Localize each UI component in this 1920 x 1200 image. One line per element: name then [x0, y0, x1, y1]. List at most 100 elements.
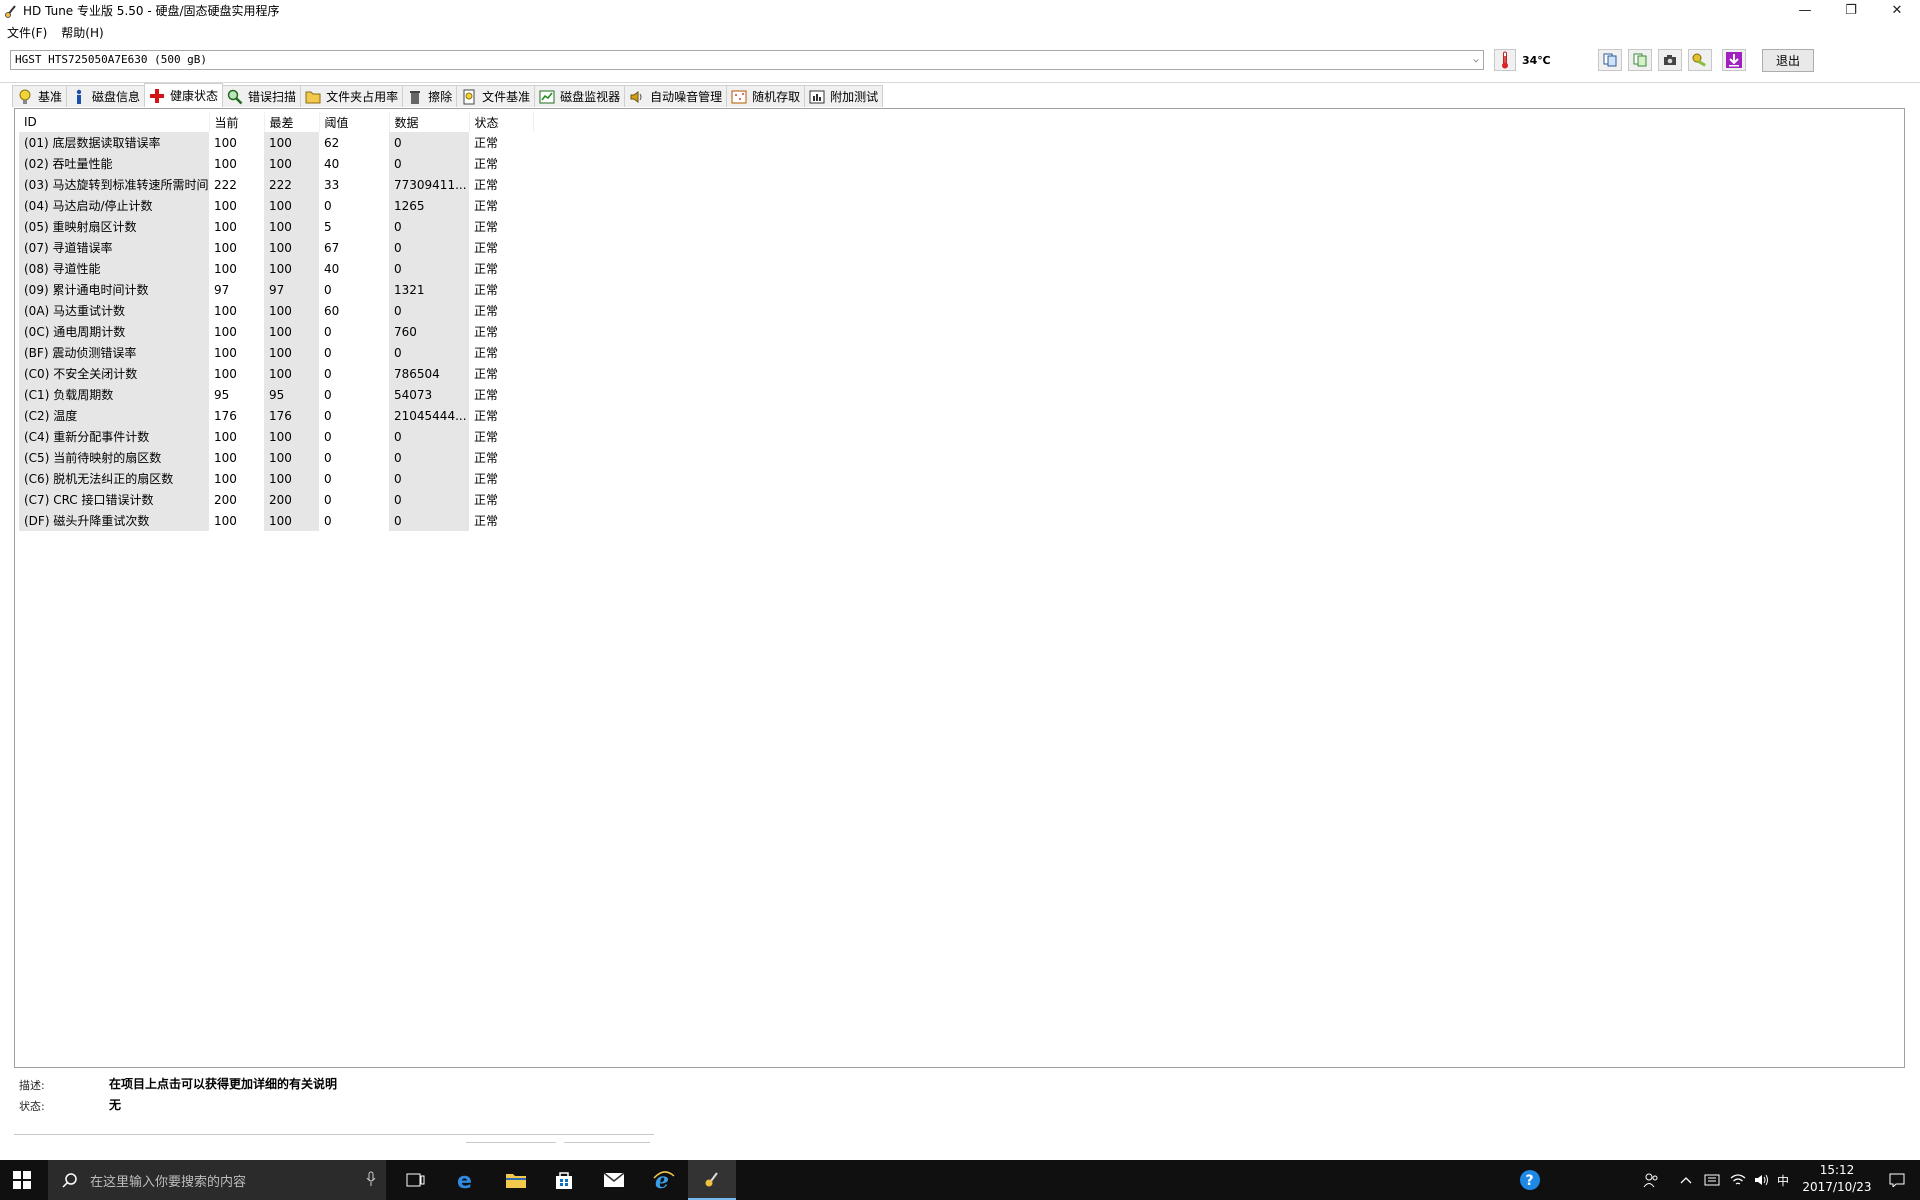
table-header-row: ID 当前 最差 阈值 数据 状态 [19, 112, 534, 132]
tab-disk-monitor[interactable]: 磁盘监视器 [534, 85, 626, 107]
tab-file-benchmark[interactable]: 文件基准 [456, 85, 536, 107]
cell-data: 0 [389, 426, 469, 447]
input-indicator-icon[interactable] [1700, 1160, 1724, 1200]
table-row[interactable]: (04) 马达启动/停止计数 100 100 0 1265 正常 [19, 195, 533, 216]
cell-worst: 176 [264, 405, 319, 426]
col-header-current[interactable]: 当前 [209, 112, 265, 132]
description-row: 描述: 在项目上点击可以获得更加详细的有关说明 [19, 1073, 619, 1093]
help-icon[interactable]: ? [1510, 1160, 1550, 1200]
col-header-worst[interactable]: 最差 [264, 112, 320, 132]
cell-worst: 100 [264, 153, 319, 174]
cell-current: 100 [214, 450, 237, 465]
minimize-button[interactable]: — [1782, 0, 1828, 21]
cell-data: 760 [389, 321, 469, 342]
copy-all-icon[interactable] [1628, 49, 1652, 71]
table-row[interactable]: (C6) 脱机无法纠正的扇区数 100 100 0 0 正常 [19, 468, 533, 489]
thermometer-icon[interactable] [1494, 49, 1516, 71]
cell-threshold: 0 [324, 513, 332, 528]
description-label: 描述: [19, 1079, 45, 1092]
tab-health[interactable]: 健康状态 [144, 83, 224, 107]
cell-threshold: 33 [324, 177, 340, 192]
exit-button[interactable]: 退出 [1762, 49, 1814, 72]
microphone-icon[interactable] [366, 1171, 376, 1190]
file-explorer-icon[interactable] [492, 1160, 540, 1200]
table-row[interactable]: (07) 寻道错误率 100 100 67 0 正常 [19, 237, 533, 258]
cell-current: 100 [214, 261, 237, 276]
store-icon[interactable] [540, 1160, 588, 1200]
menu-file[interactable]: 文件(F) [0, 24, 54, 41]
health-panel: ID 当前 最差 阈值 数据 状态 (01) 底层数据读取错误率 100 100 62… [14, 108, 1905, 1068]
task-view-icon[interactable] [392, 1160, 440, 1200]
table-row[interactable]: (BF) 震动侦测错误率 100 100 0 0 正常 [19, 342, 533, 363]
col-header-status[interactable]: 状态 [469, 112, 534, 132]
cell-current: 200 [214, 492, 237, 507]
cell-data: 0 [389, 510, 469, 531]
table-row[interactable]: (C2) 温度 176 176 0 21045444... 正常 [19, 405, 533, 426]
tab-benchmark[interactable]: 基准 [12, 85, 68, 107]
tab-random-access[interactable]: 随机存取 [726, 85, 806, 107]
cell-data: 0 [389, 132, 469, 153]
notification-center-icon[interactable] [1880, 1160, 1914, 1200]
taskbar-search-box[interactable]: 在这里输入你要搜索的内容 [48, 1160, 386, 1200]
cell-status: 正常 [474, 409, 499, 423]
close-button[interactable]: ✕ [1874, 0, 1920, 21]
table-row[interactable]: (02) 吞吐量性能 100 100 40 0 正常 [19, 153, 533, 174]
table-row[interactable]: (C0) 不安全关闭计数 100 100 0 786504 正常 [19, 363, 533, 384]
windows-start-icon[interactable] [0, 1160, 44, 1200]
cell-id: (C7) CRC 接口错误计数 [19, 489, 209, 510]
toolbar-divider [0, 82, 1920, 83]
download-icon[interactable] [1722, 49, 1746, 71]
drive-select[interactable]: HGST HTS725050A7E630 (500 gB) ⌵ [10, 50, 1484, 70]
table-row[interactable]: (0C) 通电周期计数 100 100 0 760 正常 [19, 321, 533, 342]
table-row[interactable]: (C4) 重新分配事件计数 100 100 0 0 正常 [19, 426, 533, 447]
table-row[interactable]: (0A) 马达重试计数 100 100 60 0 正常 [19, 300, 533, 321]
table-row[interactable]: (DF) 磁头升降重试次数 100 100 0 0 正常 [19, 510, 533, 531]
cell-data: 0 [389, 447, 469, 468]
cell-current: 100 [214, 513, 237, 528]
col-header-id[interactable]: ID [19, 112, 210, 132]
tab-extra-tests[interactable]: 附加测试 [804, 85, 884, 107]
cell-current: 100 [214, 156, 237, 171]
taskbar-clock[interactable]: 15:12 2017/10/23 [1794, 1162, 1880, 1198]
copy-info-icon[interactable] [1598, 49, 1622, 71]
tab-erase[interactable]: 擦除 [402, 85, 458, 107]
cell-threshold: 0 [324, 366, 332, 381]
col-header-threshold[interactable]: 阈值 [319, 112, 390, 132]
mail-icon[interactable] [590, 1160, 638, 1200]
people-icon[interactable] [1636, 1160, 1666, 1200]
tab-disk-info[interactable]: 磁盘信息 [66, 85, 146, 107]
tab-aam[interactable]: 自动噪音管理 [624, 85, 728, 107]
hdtune-taskbar-icon[interactable] [688, 1160, 736, 1200]
cell-worst: 200 [264, 489, 319, 510]
clock-time: 15:12 [1819, 1163, 1855, 1177]
edge-browser-icon[interactable]: e [442, 1160, 490, 1200]
table-row[interactable]: (05) 重映射扇区计数 100 100 5 0 正常 [19, 216, 533, 237]
tab-label: 随机存取 [752, 90, 801, 104]
camera-icon[interactable] [1658, 49, 1682, 71]
table-row[interactable]: (03) 马达旋转到标准转速所需时间 222 222 33 77309411... 正常 [19, 174, 533, 195]
options-icon[interactable] [1688, 49, 1712, 71]
table-row[interactable]: (C5) 当前待映射的扇区数 100 100 0 0 正常 [19, 447, 533, 468]
volume-icon[interactable] [1750, 1160, 1774, 1200]
chevron-up-icon[interactable] [1674, 1160, 1698, 1200]
internet-explorer-icon[interactable]: e [640, 1160, 688, 1200]
tab-folder-usage[interactable]: 文件夹占用率 [300, 85, 404, 107]
table-row[interactable]: (09) 累计通电时间计数 97 97 0 1321 正常 [19, 279, 533, 300]
table-row[interactable]: (08) 寻道性能 100 100 40 0 正常 [19, 258, 533, 279]
table-row[interactable]: (01) 底层数据读取错误率 100 100 62 0 正常 [19, 132, 533, 153]
title-bar: HD Tune 专业版 5.50 - 硬盘/固态硬盘实用程序 — ❐ ✕ [0, 0, 1920, 21]
menu-help[interactable]: 帮助(H) [54, 24, 110, 41]
cell-status: 正常 [474, 430, 499, 444]
ime-indicator[interactable]: 中 [1774, 1160, 1792, 1200]
cell-worst: 100 [264, 342, 319, 363]
cell-status: 正常 [474, 199, 499, 213]
tab-error-scan[interactable]: 错误扫描 [222, 85, 302, 107]
wifi-icon[interactable] [1726, 1160, 1750, 1200]
restore-button[interactable]: ❐ [1828, 0, 1874, 21]
table-row[interactable]: (C1) 负载周期数 95 95 0 54073 正常 [19, 384, 533, 405]
table-row[interactable]: (C7) CRC 接口错误计数 200 200 0 0 正常 [19, 489, 533, 510]
cell-threshold: 0 [324, 198, 332, 213]
col-header-data[interactable]: 数据 [389, 112, 470, 132]
cell-worst: 100 [264, 363, 319, 384]
chevron-down-icon[interactable]: ⌵ [1473, 51, 1479, 69]
